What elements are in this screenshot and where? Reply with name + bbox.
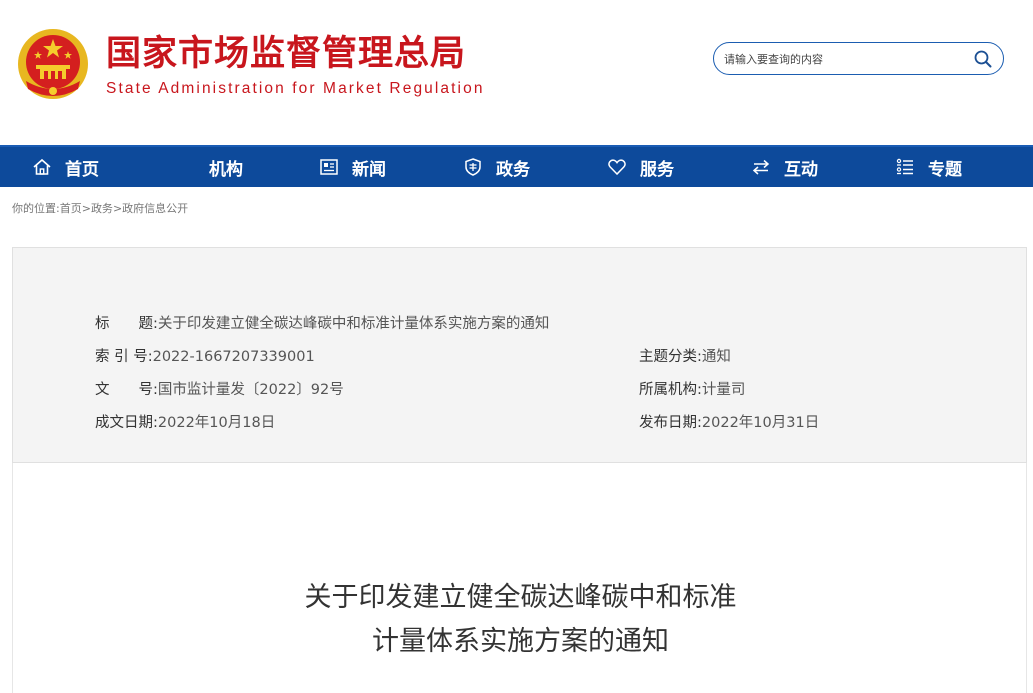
nav-item-service[interactable]: 服务 [606, 147, 674, 187]
info-docnum-label: 文 号: [95, 382, 158, 398]
nav-item-news[interactable]: 新闻 [318, 147, 386, 187]
nav-item-organization[interactable]: 机构 [209, 147, 243, 187]
heart-icon [606, 156, 628, 178]
info-date-row: 成文日期:2022年10月18日 [95, 411, 275, 432]
breadcrumb-item-government[interactable]: 政务 [91, 202, 113, 215]
nav-label-organization: 机构 [209, 159, 243, 180]
brand[interactable]: 国家市场监督管理总局 State Administration for Mark… [106, 34, 485, 98]
news-icon [318, 156, 340, 178]
info-pubdate-label: 发布日期: [639, 415, 702, 431]
nav-item-government[interactable]: 政务 [462, 147, 530, 187]
info-index-label: 索 引 号: [95, 349, 153, 365]
info-docnum-row: 文 号:国市监计量发〔2022〕92号 [95, 378, 344, 399]
nav-label-service: 服务 [640, 159, 674, 180]
info-org-row: 所属机构:计量司 [639, 378, 745, 399]
nav-item-interaction[interactable]: 互动 [750, 147, 818, 187]
info-org-label: 所属机构: [639, 382, 702, 398]
nav-label-government: 政务 [496, 159, 530, 180]
list-icon [894, 156, 916, 178]
exchange-icon [750, 156, 772, 178]
info-index-row: 索 引 号:2022-1667207339001 [95, 345, 315, 366]
nav-label-topics: 专题 [928, 159, 962, 180]
info-topic-row: 主题分类:通知 [639, 345, 731, 366]
home-icon [31, 156, 53, 178]
main-nav: 首页 机构 新闻 政务 服务 互动 专题 [0, 145, 1033, 187]
nav-label-interaction: 互动 [784, 159, 818, 180]
breadcrumb-item-home[interactable]: 首页 [60, 202, 82, 215]
document-info-panel: 标 题:关于印发建立健全碳达峰碳中和标准计量体系实施方案的通知 索 引 号:20… [12, 247, 1027, 463]
article-body: 关于印发建立健全碳达峰碳中和标准 计量体系实施方案的通知 [12, 463, 1027, 693]
breadcrumb-item-info-disclosure[interactable]: 政府信息公开 [122, 202, 188, 215]
nav-label-news: 新闻 [352, 159, 386, 180]
national-emblem-icon[interactable] [16, 27, 90, 101]
info-topic-value: 通知 [701, 349, 731, 365]
site-header: 国家市场监督管理总局 State Administration for Mark… [0, 0, 1033, 145]
breadcrumb: 你的位置:首页>政务>政府信息公开 [12, 200, 188, 216]
info-pubdate-value: 2022年10月31日 [701, 415, 820, 431]
info-date-value: 2022年10月18日 [157, 415, 276, 431]
breadcrumb-prefix: 你的位置: [12, 202, 60, 215]
info-docnum-value: 国市监计量发〔2022〕92号 [157, 382, 344, 398]
brand-name-en[interactable]: State Administration for Market Regulati… [106, 80, 485, 98]
info-title-row: 标 题:关于印发建立健全碳达峰碳中和标准计量体系实施方案的通知 [95, 312, 549, 333]
breadcrumb-separator: > [81, 202, 91, 215]
info-org-value: 计量司 [701, 382, 746, 398]
search-icon[interactable] [973, 49, 993, 69]
search-input[interactable] [724, 50, 964, 68]
info-pubdate-row: 发布日期:2022年10月31日 [639, 411, 819, 432]
breadcrumb-separator: > [112, 202, 123, 215]
article-title-line-2: 计量体系实施方案的通知 [372, 626, 669, 657]
info-date-label: 成文日期: [95, 415, 158, 431]
nav-label-home: 首页 [65, 159, 99, 180]
shield-icon [462, 156, 484, 178]
info-title-label: 标 题: [95, 316, 158, 332]
article-title: 关于印发建立健全碳达峰碳中和标准 计量体系实施方案的通知 [13, 576, 1028, 664]
info-topic-label: 主题分类: [639, 349, 702, 365]
nav-item-topics[interactable]: 专题 [894, 147, 962, 187]
brand-name-cn[interactable]: 国家市场监督管理总局 [106, 34, 485, 74]
info-index-value: 2022-1667207339001 [152, 349, 315, 365]
info-title-value: 关于印发建立健全碳达峰碳中和标准计量体系实施方案的通知 [157, 316, 550, 332]
nav-item-home[interactable]: 首页 [31, 147, 99, 187]
article-title-line-1: 关于印发建立健全碳达峰碳中和标准 [304, 582, 737, 613]
search-box [713, 42, 1004, 75]
